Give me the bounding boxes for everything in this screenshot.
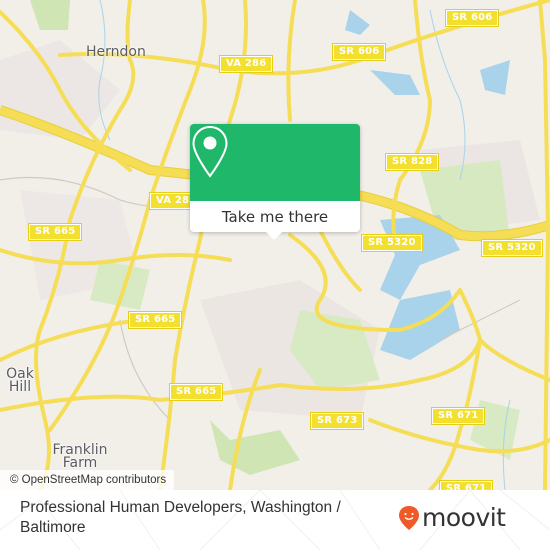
road-shield: SR 665 [127, 311, 183, 329]
road-shield: SR 606 [444, 9, 500, 27]
road-shield: SR 671 [438, 480, 494, 490]
road-shield: SR 5320 [361, 234, 423, 252]
map-attribution[interactable]: © OpenStreetMap contributors [0, 470, 175, 490]
place-label-herndon: Herndon [86, 44, 146, 60]
popup-header [190, 124, 360, 201]
road-shield: SR 673 [309, 412, 365, 430]
moovit-pin-icon [399, 506, 419, 530]
road-shield: SR 665 [168, 383, 224, 401]
place-label-oak-hill: Oak Hill [5, 366, 35, 395]
popup-pointer [266, 232, 282, 240]
moovit-logo[interactable]: moovit [398, 504, 506, 532]
footer: Professional Human Developers, Washingto… [0, 490, 550, 550]
place-label-oak-hill-text: Oak Hill [6, 366, 34, 395]
take-me-there-button[interactable]: Take me there [190, 201, 360, 232]
location-popup: Take me there [190, 124, 360, 240]
place-title: Professional Human Developers, Washingto… [20, 499, 341, 536]
road-shield: SR 671 [430, 407, 486, 425]
road-shield: VA 286 [218, 55, 274, 73]
map-pin-icon [192, 125, 228, 178]
road-shield: SR 606 [331, 43, 387, 61]
road-shield: SR 828 [384, 153, 440, 171]
road-shield: SR 5320 [481, 239, 543, 257]
map[interactable]: Herndon Oak Hill Franklin Farm VA 286 SR… [0, 0, 550, 490]
road-shield: SR 665 [27, 223, 83, 241]
place-label-franklin-farm-text: Franklin Farm [52, 442, 108, 471]
moovit-logo-text: moovit [422, 503, 506, 532]
place-label-franklin-farm: Franklin Farm [50, 442, 110, 471]
